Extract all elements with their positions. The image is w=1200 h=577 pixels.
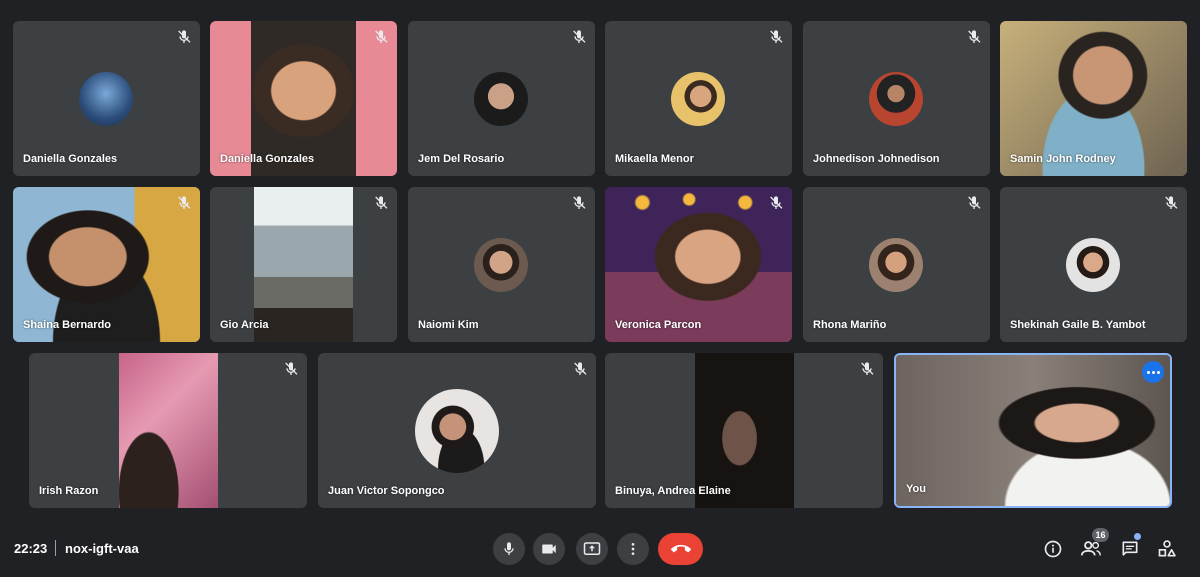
participant-name: Johnedison Johnedison <box>813 153 940 165</box>
participant-tile[interactable]: Binuya, Andrea Elaine <box>605 353 883 508</box>
mic-off-icon <box>770 30 783 43</box>
participant-name: Shaina Bernardo <box>23 319 112 331</box>
participant-name: Samin John Rodney <box>1010 153 1116 165</box>
mic-off-icon <box>285 362 298 375</box>
mic-off-icon <box>178 196 191 209</box>
participant-tile[interactable]: Mikaella Menor <box>605 21 792 176</box>
mic-off-icon <box>1165 196 1178 209</box>
participant-avatar <box>79 72 133 126</box>
participant-avatar <box>474 238 528 292</box>
chat-icon <box>1122 541 1138 556</box>
participant-count-badge: 16 <box>1092 528 1109 542</box>
more-options-icon <box>631 543 635 555</box>
info-icon <box>1044 540 1062 558</box>
participant-avatar <box>415 389 499 473</box>
divider <box>55 540 56 556</box>
more-options-button[interactable] <box>617 533 649 565</box>
meeting-details-button[interactable] <box>1041 537 1065 561</box>
participant-tile[interactable]: Jem Del Rosario <box>408 21 595 176</box>
activities-button[interactable] <box>1155 537 1179 561</box>
participant-name: Rhona Mariño <box>813 319 887 331</box>
participant-tile[interactable]: Johnedison Johnedison <box>803 21 990 176</box>
chat-notification-dot <box>1134 533 1141 540</box>
participant-tile[interactable]: Daniella Gonzales <box>210 21 397 176</box>
participant-name: Shekinah Gaile B. Yambot <box>1010 319 1146 331</box>
participant-avatar <box>869 72 923 126</box>
participant-tile[interactable]: Shaina Bernardo <box>13 187 200 342</box>
participant-name: Binuya, Andrea Elaine <box>615 485 731 497</box>
meeting-code: nox-igft-vaa <box>65 541 139 556</box>
participant-tile[interactable]: Daniella Gonzales <box>13 21 200 176</box>
participant-tile[interactable]: Rhona Mariño <box>803 187 990 342</box>
self-tile[interactable]: You <box>894 353 1172 508</box>
participant-name: Daniella Gonzales <box>23 153 118 165</box>
mic-off-icon <box>573 196 586 209</box>
participant-avatar <box>1066 238 1120 292</box>
camera-button[interactable] <box>533 533 565 565</box>
participant-tile[interactable]: Samin John Rodney <box>1000 21 1187 176</box>
participant-name: Veronica Parcon <box>615 319 702 331</box>
participant-name: You <box>906 483 926 495</box>
mic-off-icon <box>178 30 191 43</box>
mic-off-icon <box>968 196 981 209</box>
participant-avatar <box>869 238 923 292</box>
participant-video <box>119 353 218 508</box>
participant-tile[interactable]: Shekinah Gaile B. Yambot <box>1000 187 1187 342</box>
participant-name: Jem Del Rosario <box>418 153 505 165</box>
participant-name: Juan Victor Sopongco <box>328 485 445 497</box>
activities-icon <box>1158 540 1176 557</box>
mic-off-icon <box>861 362 874 375</box>
camera-icon <box>542 544 556 554</box>
mic-button[interactable] <box>493 533 525 565</box>
mic-off-icon <box>770 196 783 209</box>
participant-tile[interactable]: Irish Razon <box>29 353 307 508</box>
mic-off-icon <box>375 196 388 209</box>
participant-tile[interactable]: Naiomi Kim <box>408 187 595 342</box>
more-options-button[interactable] <box>1142 361 1164 383</box>
mic-off-icon <box>574 362 587 375</box>
mic-icon <box>504 542 514 555</box>
participant-tile[interactable]: Juan Victor Sopongco <box>318 353 596 508</box>
present-screen-button[interactable] <box>576 533 608 565</box>
participant-avatar <box>671 72 725 126</box>
end-call-icon <box>670 544 691 553</box>
participant-name: Gio Arcia <box>220 319 269 331</box>
participant-name: Daniella Gonzales <box>220 153 315 165</box>
meeting-time: 22:23 <box>14 541 48 556</box>
present-screen-icon <box>583 542 601 555</box>
leave-call-button[interactable] <box>658 533 703 565</box>
self-video <box>896 355 1170 506</box>
mic-off-icon <box>375 30 388 43</box>
participant-tile[interactable]: Gio Arcia <box>210 187 397 342</box>
chat-button[interactable] <box>1118 537 1142 561</box>
participant-name: Irish Razon <box>39 485 99 497</box>
participant-avatar <box>474 72 528 126</box>
participant-name: Naiomi Kim <box>418 319 479 331</box>
mic-off-icon <box>968 30 981 43</box>
participant-name: Mikaella Menor <box>615 153 694 165</box>
participant-tile[interactable]: Veronica Parcon <box>605 187 792 342</box>
mic-off-icon <box>573 30 586 43</box>
bottom-control-bar: 22:23 nox-igft-vaa 16 <box>0 520 1200 577</box>
